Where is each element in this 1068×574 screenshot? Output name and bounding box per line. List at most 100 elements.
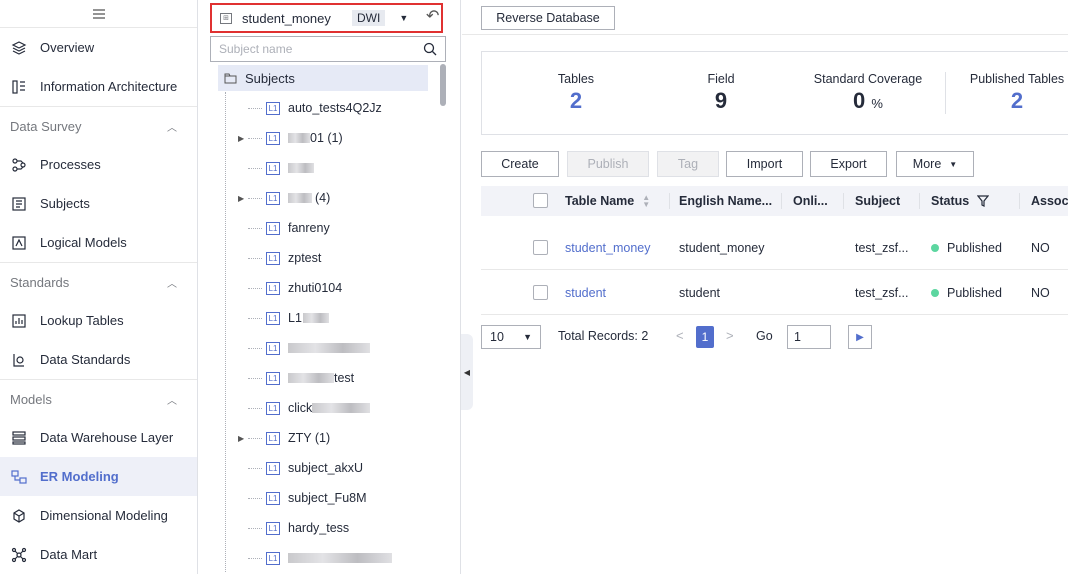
level-tag: L1 [266,371,280,385]
go-label: Go [756,329,773,343]
page-size-select[interactable]: 10 ▼ [481,325,541,349]
nav-item-subjects[interactable]: Subjects [0,184,197,223]
redacted-text [288,343,370,353]
folder-icon [224,73,237,83]
tree-item-label: click [288,401,313,415]
tree-item[interactable]: ▶ L1 (4) [218,183,428,213]
subject-cell: test_zsf... [855,285,909,300]
stat-value[interactable]: 2 [962,88,1068,114]
nav-group-standards[interactable]: Standards ︿ [0,262,197,301]
model-select[interactable]: ⊞ student_money DWI ▼ [210,3,443,33]
tree-item[interactable]: L1 click [218,393,428,423]
nav-item-label: Lookup Tables [40,313,124,328]
nav-group-label: Models [10,391,52,407]
prev-page-icon[interactable]: < [676,328,684,343]
tree-item[interactable]: L1 [218,153,428,183]
stat-published-tables: Published Tables 2 [962,72,1068,114]
stat-value[interactable]: 2 [542,88,610,114]
tree-item[interactable]: ▶ L1 ZTY (1) [218,423,428,453]
level-tag: L1 [266,251,280,265]
create-button[interactable]: Create [481,151,559,177]
expand-arrow-icon[interactable]: ▶ [238,434,248,443]
tree-root-subjects[interactable]: Subjects [218,65,428,91]
next-page-icon[interactable]: > [726,328,734,343]
tree-item[interactable]: L1 auto_tests4Q2Jz [218,93,428,123]
nav-item-label: Data Warehouse Layer [40,430,174,445]
level-tag: L1 [266,401,280,415]
publish-button[interactable]: Publish [567,151,649,177]
level-tag: L1 [266,491,280,505]
nav-item-data-warehouse-layer[interactable]: Data Warehouse Layer [0,418,197,457]
nav-item-dimensional-modeling[interactable]: Dimensional Modeling [0,496,197,535]
lookup-table-icon [10,312,28,330]
export-button[interactable]: Export [810,151,887,177]
tree-item-label: auto_tests4Q2Jz [288,101,382,115]
nav-item-lookup-tables[interactable]: Lookup Tables [0,301,197,340]
column-table-name[interactable]: Table Name ▲ ▼ [565,186,650,216]
subject-search-input[interactable] [219,42,423,56]
nav-group-models[interactable]: Models ︿ [0,379,197,418]
tree-item[interactable]: ▶ L1 01 (1) [218,123,428,153]
undo-icon[interactable]: ↶ [426,6,439,26]
tree-item[interactable]: L1 hardy_tess [218,513,428,543]
nav-item-information-architecture[interactable]: Information Architecture [0,67,197,106]
more-button[interactable]: More ▼ [896,151,974,177]
nav-group-label: Data Survey [10,118,82,134]
row-checkbox[interactable] [533,285,548,300]
warehouse-layer-icon [10,429,28,447]
caret-down-icon: ▼ [523,332,532,342]
expand-arrow-icon[interactable]: ▶ [238,134,248,143]
level-tag: L1 [266,281,280,295]
model-layer-tag: DWI [352,10,386,26]
import-button[interactable]: Import [726,151,803,177]
go-button[interactable]: ▶ [848,325,872,349]
subjects-icon [10,195,28,213]
tree-item[interactable]: L1 test [218,363,428,393]
stat-unit: % [871,96,883,111]
sort-icon[interactable]: ▲ ▼ [642,194,650,209]
tree-scrollbar[interactable] [440,64,446,106]
tree-item[interactable]: L1 subject_akxU [218,453,428,483]
tree-root-label: Subjects [245,70,295,86]
select-all-checkbox[interactable] [533,193,548,208]
er-modeling-icon [10,468,28,486]
tree-item[interactable]: L1 zhuti0104 [218,273,428,303]
architecture-icon [10,78,28,96]
tree-item[interactable]: L1 L1 [218,303,428,333]
tree-item[interactable]: L1 [218,543,428,573]
reverse-database-button[interactable]: Reverse Database [481,6,615,30]
tree-item[interactable]: L1 fanreny [218,213,428,243]
level-tag: L1 [266,341,280,355]
status-badge: Published [947,285,1002,300]
nav-item-processes[interactable]: Processes [0,145,197,184]
tag-button[interactable]: Tag [657,151,719,177]
filter-icon[interactable] [977,195,990,207]
table-name-link[interactable]: student_money [565,225,650,270]
page-number-current[interactable]: 1 [696,326,714,348]
nav-item-logical-models[interactable]: Logical Models [0,223,197,262]
go-page-input[interactable] [787,325,831,349]
row-checkbox[interactable] [533,240,548,255]
status-cell: Published [931,225,1002,270]
tree-item-label: zptest [288,251,322,265]
nav-item-data-standards[interactable]: Data Standards [0,340,197,379]
column-english-name: English Name... [679,194,773,208]
nav-item-er-modeling[interactable]: ER Modeling [0,457,197,496]
nav-item-label: Dimensional Modeling [40,508,168,523]
level-tag: L1 [266,131,280,145]
nav-group-data-survey[interactable]: Data Survey ︿ [0,106,197,145]
menu-toggle[interactable] [0,0,197,28]
nav-item-data-mart[interactable]: Data Mart [0,535,197,574]
nav-item-overview[interactable]: Overview [0,28,197,67]
status-badge: Published [947,240,1002,255]
tree-item[interactable]: L1 subject_Fu8M [218,483,428,513]
nav-item-label: Logical Models [40,235,127,250]
subject-search[interactable] [210,36,446,62]
level-tag: L1 [266,101,280,115]
search-icon[interactable] [423,42,437,56]
table-name-link[interactable]: student [565,270,606,315]
tree-item[interactable]: L1 [218,333,428,363]
tree-item[interactable]: L1 zptest [218,243,428,273]
expand-arrow-icon[interactable]: ▶ [238,194,248,203]
tree-item-label: test [334,371,355,385]
